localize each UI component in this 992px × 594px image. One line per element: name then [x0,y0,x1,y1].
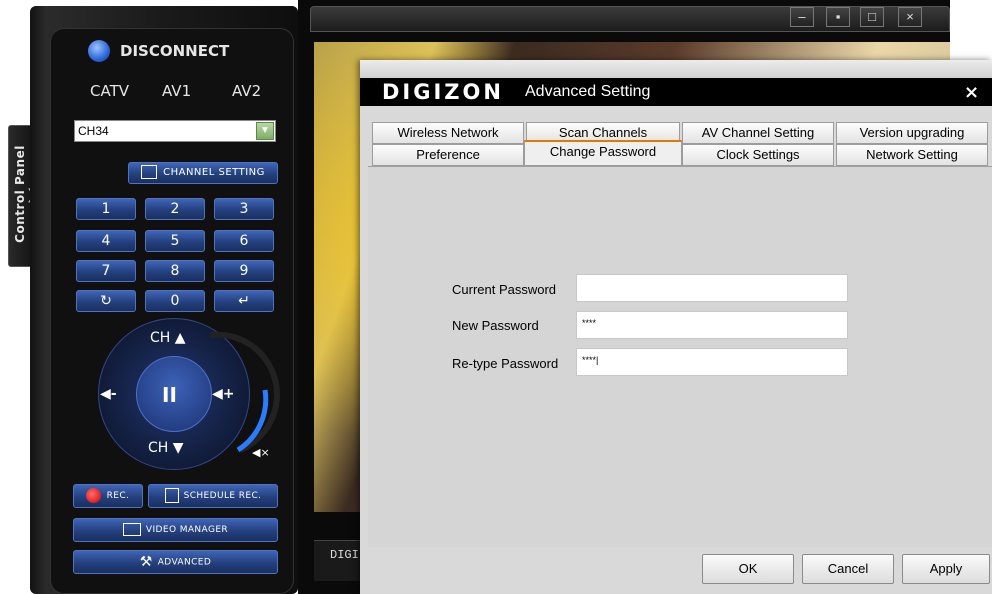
ok-button[interactable]: OK [702,554,794,584]
dialog-title: Advanced Setting [525,83,651,100]
current-password-field[interactable] [576,274,848,302]
key-9[interactable]: 9 [214,260,274,282]
advanced-button[interactable]: ⚒ ADVANCED [73,550,278,574]
channel-up-button[interactable]: CH ▲ [150,330,186,346]
mute-icon[interactable]: ◀× [252,446,270,459]
key-4[interactable]: 4 [76,230,136,252]
grid-icon [141,165,158,179]
channel-select-value: CH34 [78,124,109,138]
tab-clock-settings[interactable]: Clock Settings [682,144,834,166]
current-password-label: Current Password [452,282,557,297]
video-titlebar [310,6,950,32]
source-av1[interactable]: AV1 [162,82,191,100]
source-catv[interactable]: CATV [90,82,129,100]
folder-icon [122,523,141,536]
cancel-button[interactable]: Cancel [802,554,894,584]
video-manager-label: VIDEO MANAGER [145,525,229,535]
retype-password-label: Re-type Password [452,356,559,371]
key-0[interactable]: 0 [145,290,205,312]
retype-password-field[interactable]: ****| [576,348,848,376]
record-icon [86,488,101,503]
close-icon[interactable]: × [964,82,979,103]
pause-icon: II [162,383,177,407]
schedule-record-button[interactable]: SCHEDULE REC. [148,484,278,508]
key-5[interactable]: 5 [145,230,205,252]
key-7[interactable]: 7 [76,260,136,282]
close-video-button[interactable]: × [898,7,922,27]
restore-button[interactable]: ▪ [826,7,850,27]
key-6[interactable]: 6 [214,230,274,252]
schedule-icon [164,488,179,503]
advanced-label: ADVANCED [157,557,212,568]
schedule-record-label: SCHEDULE REC. [183,491,262,501]
key-1[interactable]: 1 [76,198,136,220]
volume-slider[interactable] [200,330,280,460]
apply-button[interactable]: Apply [902,554,990,584]
new-password-field[interactable]: **** [576,311,848,339]
video-manager-button[interactable]: VIDEO MANAGER [73,518,278,542]
tab-change-password[interactable]: Change Password [524,140,682,166]
disconnect-icon[interactable] [88,40,110,62]
record-button[interactable]: REC. [73,484,143,508]
key-3[interactable]: 3 [214,198,274,220]
digizon-logo: DIGIZON [382,80,504,104]
disconnect-button[interactable]: DISCONNECT [120,42,229,60]
channel-down-button[interactable]: CH ▼ [148,440,184,456]
tab-av-channel-setting[interactable]: AV Channel Setting [682,122,834,144]
tools-icon: ⚒ [139,554,153,570]
maximize-button[interactable]: □ [860,7,884,27]
key-2[interactable]: 2 [145,198,205,220]
tab-version-upgrading[interactable]: Version upgrading [836,122,988,144]
video-bottom-text: DIGI [330,548,359,562]
source-av2[interactable]: AV2 [232,82,261,100]
tab-network-setting[interactable]: Network Setting [836,144,988,166]
tab-preference[interactable]: Preference [372,144,524,166]
new-password-label: New Password [452,318,539,333]
enter-button[interactable]: ↵ [214,290,274,312]
minimize-button[interactable]: – [790,7,814,27]
chevron-down-icon[interactable]: ▼ [256,122,274,140]
key-8[interactable]: 8 [145,260,205,282]
recall-button[interactable]: ↻ [76,290,136,312]
channel-setting-button[interactable]: CHANNEL SETTING [128,162,278,184]
channel-setting-label: CHANNEL SETTING [163,167,265,178]
volume-down-button[interactable]: ◀- [100,386,117,402]
tab-wireless-network[interactable]: Wireless Network [372,122,524,144]
record-label: REC. [106,491,130,501]
